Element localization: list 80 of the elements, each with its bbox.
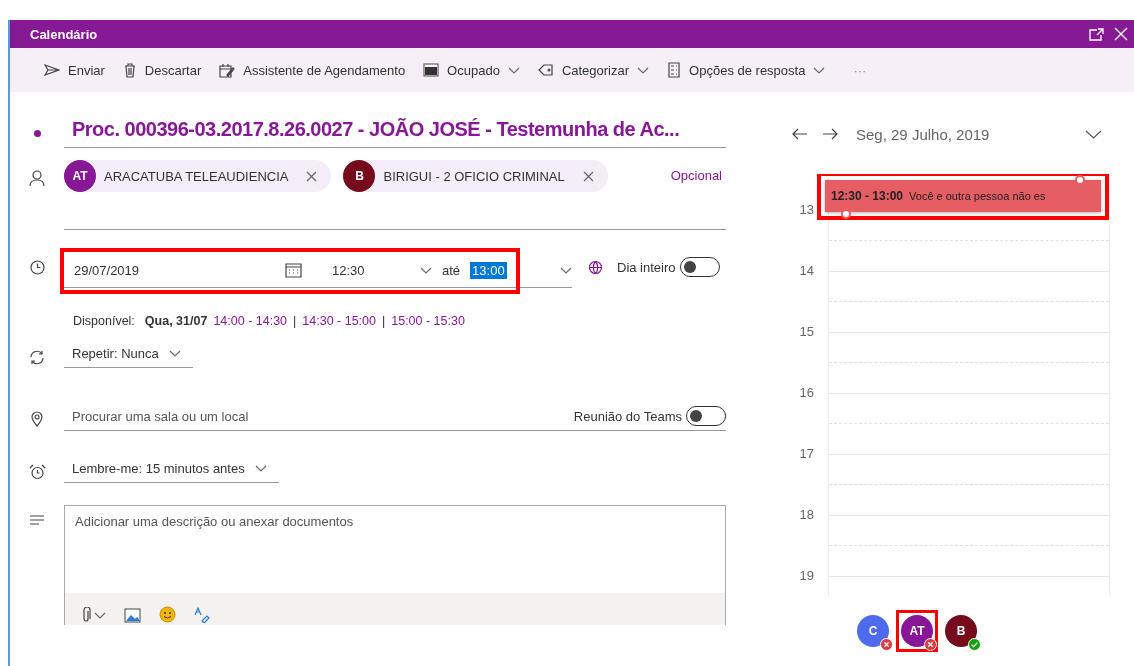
start-time-field[interactable]: 12:30 xyxy=(332,263,432,278)
chevron-down-icon xyxy=(507,66,520,74)
image-icon[interactable] xyxy=(124,608,141,623)
format-icon[interactable] xyxy=(194,607,210,623)
until-label: até xyxy=(442,263,461,278)
chevron-down-icon xyxy=(254,465,267,472)
pop-out-icon[interactable] xyxy=(1089,27,1104,41)
attendees-field[interactable]: AT ARACATUBA TELEAUDIENCIA B BIRIGUI - 2 OFICIO CRIMINAL Opcional xyxy=(64,160,726,230)
time-slot-link[interactable]: 15:00 - 15:30 xyxy=(391,314,465,328)
attendee-chip[interactable]: AT ARACATUBA TELEAUDIENCIA xyxy=(64,160,332,192)
end-time-text[interactable]: 13:00 xyxy=(470,262,507,279)
attendee-chip[interactable]: B BIRIGUI - 2 OFICIO CRIMINAL xyxy=(343,160,608,192)
calendar-date: Seg, 29 Julho, 2019 xyxy=(856,125,990,143)
repeat-dropdown[interactable]: Repetir: Nunca xyxy=(64,346,193,368)
scheduling-assistant-button[interactable]: Assistente de Agendamento xyxy=(217,58,408,82)
chevron-down-icon xyxy=(813,66,826,74)
show-as-button[interactable]: Ocupado xyxy=(421,58,522,82)
remove-icon[interactable] xyxy=(582,170,594,182)
globe-icon[interactable] xyxy=(588,259,603,275)
discard-button[interactable]: Descartar xyxy=(120,58,204,82)
busy-status-icon xyxy=(423,63,440,77)
repeat-icon xyxy=(29,349,45,365)
optional-link[interactable]: Opcional xyxy=(670,168,726,183)
calendar-edit-icon xyxy=(219,62,236,78)
chevron-down-icon[interactable] xyxy=(1085,129,1102,139)
date-field[interactable]: 29/07/2019 xyxy=(74,263,314,278)
categorize-button[interactable]: Categorizar xyxy=(535,58,652,82)
response-options-button[interactable]: Opções de resposta xyxy=(665,58,828,82)
all-day-label: Dia inteiro xyxy=(617,259,676,275)
trash-icon xyxy=(122,62,137,78)
reminder-dropdown[interactable]: Lembre-me: 15 minutos antes xyxy=(64,461,279,483)
attach-button[interactable] xyxy=(81,607,106,623)
calendar-event[interactable]: 12:30 - 13:00 Você e outra pessoa não es xyxy=(825,180,1101,212)
description-field[interactable]: Adicionar uma descrição ou anexar documentos xyxy=(64,505,726,625)
person-icon xyxy=(29,170,45,187)
attendee-avatar[interactable]: C xyxy=(857,615,889,647)
location-pin-icon xyxy=(31,410,43,427)
tag-icon xyxy=(537,63,554,77)
hour-label: 19 xyxy=(798,568,815,585)
list-icon xyxy=(667,62,682,78)
hour-label: 14 xyxy=(798,263,815,280)
available-label: Disponível: xyxy=(73,314,135,328)
teams-meeting-label: Reunião do Teams xyxy=(573,408,682,424)
hour-label: 17 xyxy=(798,446,815,463)
hour-label: 18 xyxy=(798,507,815,524)
alarm-clock-icon xyxy=(28,464,46,480)
paperclip-icon xyxy=(81,607,91,623)
chevron-down-icon xyxy=(420,267,432,274)
hour-label: 13 xyxy=(798,202,815,219)
attendee-avatar[interactable]: B xyxy=(945,615,977,647)
text-lines-icon xyxy=(29,515,45,525)
forward-arrow-icon[interactable] xyxy=(822,128,838,140)
location-field[interactable]: Procurar uma sala ou um local xyxy=(64,408,574,424)
separator: | xyxy=(293,314,297,328)
subject-field[interactable]: Proc. 000396-03.2017.8.26.0027 - JOÃO JOSÉ - Testemunha de Ac... xyxy=(64,118,726,148)
calendar-icon xyxy=(285,263,302,278)
chevron-down-icon xyxy=(637,66,650,74)
smiley-icon[interactable] xyxy=(159,606,176,623)
separator: | xyxy=(382,314,386,328)
time-slot-link[interactable]: 14:30 - 15:00 xyxy=(302,314,376,328)
remove-icon[interactable] xyxy=(306,170,318,182)
resize-handle[interactable] xyxy=(841,209,851,219)
window-title: Calendário xyxy=(30,26,98,42)
available-day: Qua, 31/07 xyxy=(144,314,208,328)
hour-label: 16 xyxy=(798,385,815,402)
close-icon[interactable] xyxy=(1114,27,1128,41)
resize-handle[interactable] xyxy=(1075,175,1085,185)
send-button[interactable]: Enviar xyxy=(42,58,107,82)
avatar: B xyxy=(343,160,376,192)
chevron-down-icon[interactable] xyxy=(560,267,572,274)
attendee-avatar[interactable]: AT xyxy=(901,615,933,647)
hour-label: 15 xyxy=(798,324,815,341)
back-arrow-icon[interactable] xyxy=(792,128,808,140)
clock-icon xyxy=(29,259,45,275)
send-icon xyxy=(44,63,60,77)
chevron-down-icon xyxy=(94,611,106,619)
avatar: AT xyxy=(64,160,96,192)
chevron-down-icon xyxy=(168,350,181,357)
time-slot-link[interactable]: 14:00 - 14:30 xyxy=(213,314,288,328)
bullet-dot xyxy=(33,129,41,137)
